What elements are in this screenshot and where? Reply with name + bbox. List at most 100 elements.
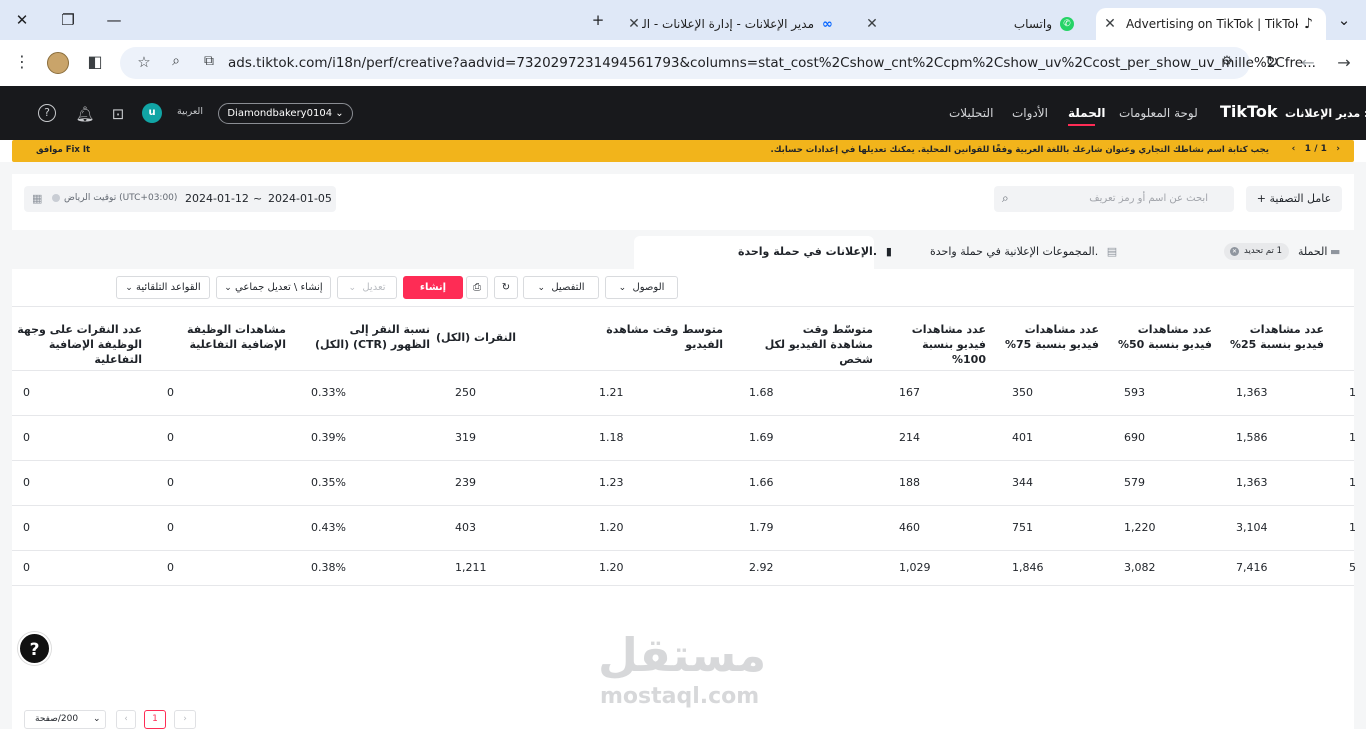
date-end: 2024-01-12 bbox=[185, 192, 249, 205]
level-label: الإعلانات في حملة واحدة. bbox=[738, 245, 877, 258]
tiktok-favicon-icon: ♪ bbox=[1304, 16, 1313, 32]
help-icon[interactable]: ? bbox=[38, 104, 56, 122]
close-tab-icon[interactable]: ✕ bbox=[864, 16, 880, 32]
notification-bell-icon[interactable]: 🔔︎ bbox=[75, 104, 95, 124]
col-header-video-50[interactable]: عدد مشاهدات فيديو بنسبة 50% bbox=[1112, 322, 1212, 352]
close-tab-icon[interactable]: ✕ bbox=[626, 16, 642, 32]
briefcase-icon[interactable]: ⊡ bbox=[108, 104, 128, 124]
table-cell: 1.68 bbox=[749, 386, 774, 399]
user-avatar[interactable]: u bbox=[142, 103, 162, 123]
tab-meta-ads[interactable]: ✕ مدير الإعلانات - إدارة الإعلانات - الـ… bbox=[620, 8, 852, 40]
nav-selected-underline bbox=[1068, 124, 1095, 126]
col-header-avg-watch[interactable]: متوسط وقت مشاهدة الفيديو bbox=[606, 322, 723, 352]
nav-campaign[interactable]: الحملة bbox=[1068, 106, 1106, 120]
restore-icon[interactable]: ❐ bbox=[54, 9, 82, 31]
tab-search-icon[interactable]: ⌄ bbox=[1330, 9, 1358, 31]
translate-icon[interactable]: ⧉ bbox=[198, 53, 220, 69]
nav-tools[interactable]: الأدوات bbox=[1012, 106, 1048, 120]
table-cell: 1.66 bbox=[749, 476, 774, 489]
banner-fix-button[interactable]: موافق Fix It bbox=[36, 145, 90, 155]
menu-kebab-icon[interactable]: ⋮ bbox=[11, 52, 33, 71]
chevron-left-icon[interactable]: ‹ bbox=[1292, 144, 1296, 154]
minimize-icon[interactable]: — bbox=[100, 9, 128, 31]
language-switch[interactable]: العربية bbox=[177, 106, 203, 117]
new-tab-icon[interactable]: + bbox=[584, 9, 612, 31]
zoom-icon[interactable]: ⌕ bbox=[165, 53, 187, 69]
table-cell: 0.43% bbox=[311, 521, 346, 534]
bulk-edit-dropdown[interactable]: ⌄ إنشاء \ تعديل جماعي bbox=[216, 276, 331, 299]
forward-icon[interactable]: → bbox=[1333, 53, 1355, 72]
nav-analytics[interactable]: التحليلات bbox=[949, 106, 993, 120]
col-header-ctr[interactable]: نسبة النقر إلى الظهور (CTR) (الكل) bbox=[310, 322, 430, 352]
table-cell: 0.38% bbox=[311, 561, 346, 574]
close-window-icon[interactable]: ✕ bbox=[8, 9, 36, 31]
table-row[interactable] bbox=[12, 416, 1354, 461]
add-filter-button[interactable]: + عامل التصفية bbox=[1246, 186, 1342, 212]
table-cell: 0.35% bbox=[311, 476, 346, 489]
date-separator: ~ bbox=[253, 192, 263, 205]
table-cell: 1,220 bbox=[1124, 521, 1156, 534]
close-tab-icon[interactable]: ✕ bbox=[1102, 16, 1118, 32]
refresh-button[interactable]: ↻ bbox=[494, 276, 518, 299]
nav-dashboard[interactable]: لوحة المعلومات bbox=[1119, 106, 1198, 120]
logo-text: TikTok bbox=[1220, 102, 1278, 121]
table-cell: 0 bbox=[23, 431, 30, 444]
col-header-video-75[interactable]: عدد مشاهدات فيديو بنسبة 75% bbox=[999, 322, 1099, 352]
selected-count-badge[interactable]: 1 تم تحديد ✕ bbox=[1224, 243, 1289, 260]
breakdown-dropdown[interactable]: ⌄ التفصيل bbox=[523, 276, 599, 299]
table-cell: 188 bbox=[899, 476, 920, 489]
help-float-button[interactable]: ? bbox=[18, 632, 51, 665]
level-tab-ads[interactable]: الإعلانات في حملة واحدة. ▮ bbox=[738, 245, 892, 258]
date-range-picker[interactable]: ▦ (UTC+03:00) توقيت الرياض 2024-01-12 ~ … bbox=[24, 186, 336, 212]
table-cell-lead: 1 bbox=[1349, 476, 1356, 489]
table-cell: 1,029 bbox=[899, 561, 931, 574]
tab-tiktok-ads[interactable]: ✕ Advertising on TikTok | TikTok A ♪ bbox=[1096, 8, 1326, 40]
address-bar[interactable]: ⚙ ads.tiktok.com/i18n/perf/creative?aadv… bbox=[120, 47, 1316, 79]
level-tab-campaign[interactable]: ▬ الحملة bbox=[1298, 245, 1340, 258]
export-icon: ⎙ bbox=[473, 282, 481, 293]
table-row[interactable] bbox=[12, 371, 1354, 416]
col-header-addon-views[interactable]: مشاهدات الوظيفة الإضافية التفاعلية bbox=[160, 322, 286, 352]
col-header-addon-clicks[interactable]: عدد النقرات على وجهة الوظيفة الإضافية ال… bbox=[16, 322, 142, 367]
bookmark-star-icon[interactable]: ☆ bbox=[133, 53, 155, 71]
col-header-avg-watch-per-person[interactable]: متوسّط وقت مشاهدة الفيديو لكل شخص bbox=[758, 322, 873, 367]
search-placeholder: ابحث عن اسم أو رمز تعريف bbox=[1089, 193, 1208, 204]
col-header-clicks[interactable]: النقرات (الكل) bbox=[436, 330, 516, 345]
automated-rules-dropdown[interactable]: ⌄ القواعد التلقائية bbox=[116, 276, 210, 299]
chevron-down-icon: ⌄ bbox=[125, 283, 133, 293]
meta-favicon-icon: ∞ bbox=[822, 16, 833, 32]
url-text: ads.tiktok.com/i18n/perf/creative?aadvid… bbox=[228, 55, 1316, 71]
export-button[interactable]: ⎙ bbox=[466, 276, 488, 299]
whatsapp-favicon-icon: ✆ bbox=[1060, 17, 1074, 31]
banner-pager[interactable]: ‹ 1 / 1 › bbox=[1292, 144, 1340, 154]
clear-selection-icon[interactable]: ✕ bbox=[1230, 247, 1239, 256]
page-number-current[interactable]: 1 bbox=[144, 710, 166, 729]
col-header-video-25[interactable]: عدد مشاهدات فيديو بنسبة 25% bbox=[1224, 322, 1324, 352]
edit-dropdown[interactable]: ⌄ تعديل bbox=[337, 276, 397, 299]
tab-whatsapp[interactable]: ✕ واتساب ✆ bbox=[858, 8, 1090, 40]
page-size-select[interactable]: 200/صفحة ⌄ bbox=[24, 710, 106, 729]
reach-label: الوصول bbox=[632, 282, 665, 293]
table-cell: 1.20 bbox=[599, 521, 624, 534]
search-input[interactable]: ابحث عن اسم أو رمز تعريف ⌕ bbox=[994, 186, 1234, 212]
app-header: TikTok مدير الإعلانات : لوحة المعلومات ا… bbox=[0, 86, 1366, 140]
table-row[interactable] bbox=[12, 461, 1354, 506]
col-header-video-100[interactable]: عدد مشاهدات فيديو بنسبة 100% bbox=[886, 322, 986, 367]
level-tab-adgroups[interactable]: المجموعات الإعلانية في حملة واحدة. ▤ bbox=[930, 245, 1117, 258]
table-cell: 1,363 bbox=[1236, 386, 1268, 399]
table-cell: 0.33% bbox=[311, 386, 346, 399]
reach-dropdown[interactable]: ⌄ الوصول bbox=[605, 276, 678, 299]
side-panel-icon[interactable]: ◧ bbox=[84, 52, 106, 71]
table-cell: 751 bbox=[1012, 521, 1033, 534]
next-page-button[interactable]: › bbox=[174, 710, 196, 729]
search-icon: ⌕ bbox=[1002, 191, 1009, 205]
account-selector[interactable]: Diamondbakery0104 ⌄ bbox=[218, 103, 353, 124]
profile-avatar[interactable] bbox=[47, 52, 69, 74]
chevron-right-icon[interactable]: › bbox=[1336, 144, 1340, 154]
create-button[interactable]: إنشاء bbox=[403, 276, 463, 299]
table-cell: 3,104 bbox=[1236, 521, 1268, 534]
table-cell-lead: 1 bbox=[1349, 431, 1356, 444]
table-cell: 1.79 bbox=[749, 521, 774, 534]
prev-page-button[interactable]: ‹ bbox=[116, 710, 136, 729]
tiktok-logo[interactable]: TikTok مدير الإعلانات : bbox=[1220, 102, 1366, 121]
